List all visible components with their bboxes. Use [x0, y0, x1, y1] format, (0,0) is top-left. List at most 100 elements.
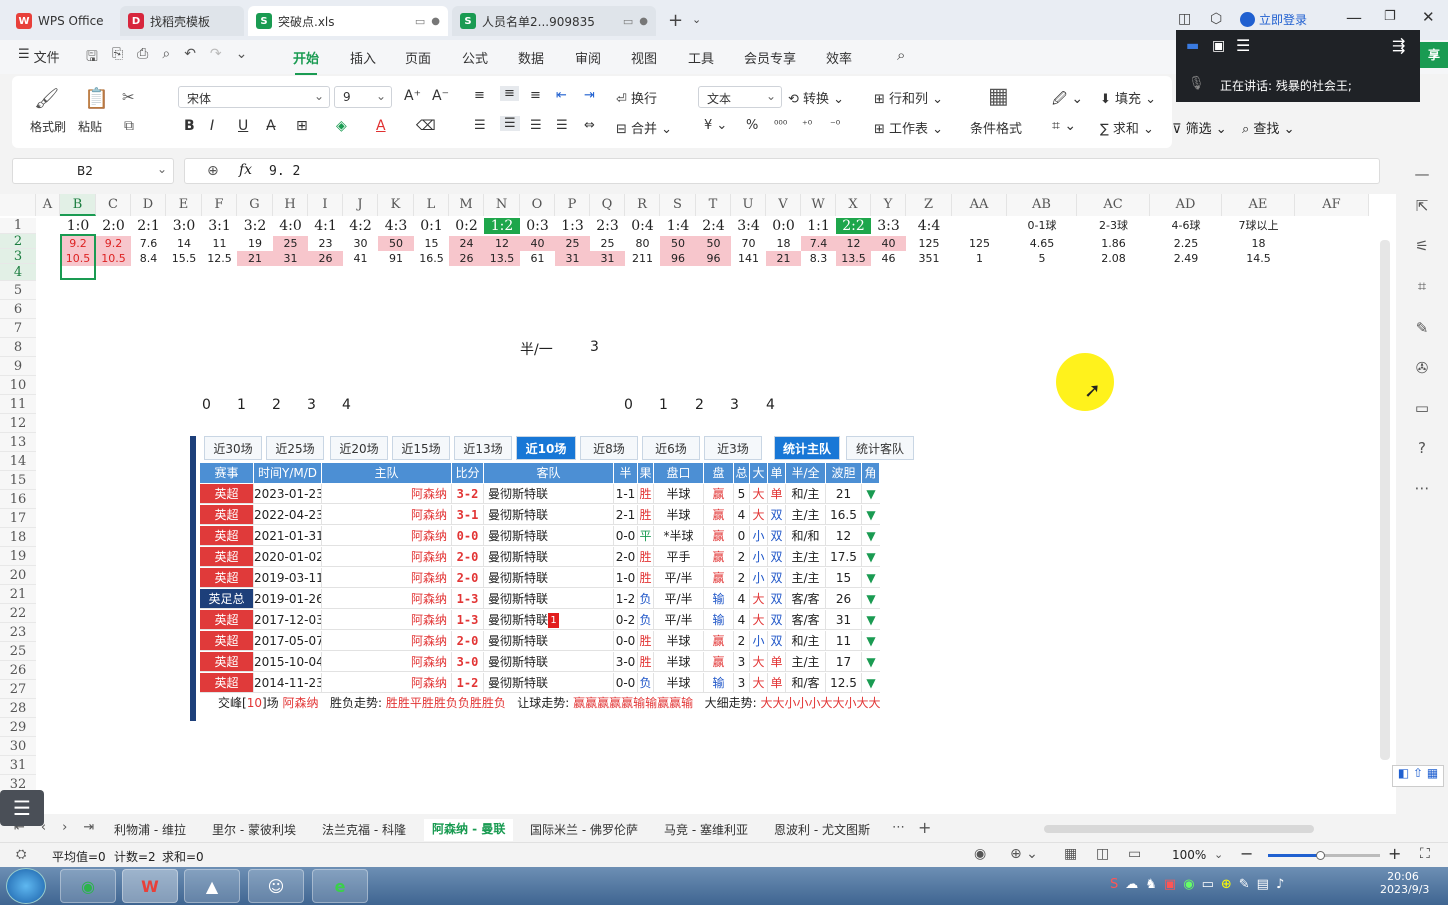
cell[interactable]: 16.5 [414, 251, 449, 266]
cell[interactable]: 7.4 [801, 236, 836, 251]
cell[interactable]: 61 [520, 251, 555, 266]
column-header[interactable]: M [449, 194, 484, 216]
cell[interactable]: 26 [308, 251, 343, 266]
thousands-icon[interactable]: ⁰⁰⁰ [774, 118, 787, 131]
tab-list-chevron-icon[interactable]: ⌄ [692, 13, 701, 26]
minimize-icon[interactable]: — [1346, 8, 1362, 27]
zoom-slider-thumb[interactable] [1316, 851, 1325, 860]
share-button[interactable]: 享 [1420, 42, 1448, 68]
menu-data[interactable]: 数据 [518, 48, 544, 67]
sheet-tab[interactable]: 利物浦 - 维拉 [114, 821, 186, 838]
format-painter-button[interactable]: 格式刷 [30, 118, 66, 135]
crop-icon[interactable]: ⌗ ⌄ [1052, 118, 1076, 134]
match-row[interactable]: 英超 2023-01-23 阿森纳 3-2 曼彻斯特联 1-1 胜半球赢 5 大单和/主 21 ▼ [190, 484, 904, 505]
monitor-tray-icon[interactable]: ▭ [1202, 877, 1214, 892]
cell[interactable]: 10.5 [96, 251, 131, 266]
cell[interactable]: 0 [624, 397, 633, 413]
row-header[interactable]: 8 [0, 338, 36, 357]
column-header[interactable]: L [414, 194, 449, 216]
cell[interactable]: 2.25 [1150, 236, 1222, 251]
tab-match-range[interactable]: 近13场 [454, 436, 512, 460]
menu-review[interactable]: 审阅 [575, 48, 601, 67]
column-header[interactable]: N [484, 194, 520, 216]
row-header[interactable]: 20 [0, 566, 36, 585]
percent-icon[interactable]: % [746, 118, 758, 133]
sheet-tab[interactable]: 恩波利 - 尤文图斯 [774, 821, 870, 838]
column-header[interactable]: Y [871, 194, 906, 216]
cell[interactable]: 50 [660, 236, 696, 251]
cloud-icon[interactable]: ☁ [1125, 877, 1138, 892]
match-row[interactable]: 英超 2017-05-07 阿森纳 2-0 曼彻斯特联 0-0 胜半球赢 2 小双和/主 11 ▼ [190, 631, 904, 652]
cell[interactable]: 125 [952, 236, 1007, 251]
sum-button[interactable]: ∑ 求和 ⌄ [1100, 118, 1154, 137]
sheet-tab[interactable]: 马竞 - 塞维利亚 [664, 821, 748, 838]
add-sheet-icon[interactable]: + [918, 818, 931, 837]
cell[interactable]: 4 [766, 397, 775, 413]
restore-icon[interactable]: ❐ [1384, 9, 1396, 24]
help-icon[interactable]: ? [1412, 439, 1432, 459]
match-row[interactable]: 英超 2014-11-23 阿森纳 1-2 曼彻斯特联 0-0 负半球输 3 大单和/客 12.5… [190, 673, 904, 694]
cell[interactable]: 30 [343, 236, 378, 251]
cell[interactable]: 18 [1222, 236, 1295, 251]
filter-button[interactable]: ⊽ 筛选 ⌄ [1172, 118, 1227, 137]
tab-match-range[interactable]: 近20场 [330, 436, 388, 460]
cell[interactable]: 211 [625, 251, 660, 266]
column-header[interactable]: AC [1077, 194, 1150, 216]
cell[interactable]: 0:0 [766, 218, 801, 234]
row-header[interactable]: 19 [0, 547, 36, 566]
more-chevron-icon[interactable]: ⌄ [236, 46, 248, 70]
cell[interactable]: 50 [696, 236, 731, 251]
name-box[interactable]: B2 ⌄ [12, 158, 174, 184]
cell[interactable]: 1:3 [555, 218, 590, 234]
cell[interactable]: 19 [237, 236, 273, 251]
stat-away-button[interactable]: 统计客队 [846, 436, 914, 460]
column-header[interactable]: AE [1222, 194, 1295, 216]
column-header[interactable]: K [378, 194, 414, 216]
column-header[interactable]: AA [952, 194, 1007, 216]
column-header[interactable]: A [36, 194, 60, 216]
crop-sidebar-icon[interactable]: ⌗ [1412, 277, 1432, 297]
wechat-tray-icon[interactable]: ◉ [1183, 877, 1194, 892]
menu-formula[interactable]: 公式 [462, 48, 488, 67]
distribute-icon[interactable]: ⇔ [584, 118, 595, 133]
cell[interactable]: 40 [871, 236, 906, 251]
column-header[interactable]: AB [1007, 194, 1077, 216]
match-row[interactable]: 英足总 2019-01-26 阿森纳 1-3 曼彻斯特联 1-2 负平/半输 4 大双客/客 26… [190, 589, 904, 610]
zoom-in-icon[interactable]: + [1388, 844, 1401, 863]
cell[interactable]: 1:1 [801, 218, 836, 234]
print-icon[interactable]: ⎙ [137, 46, 148, 70]
currency-icon[interactable]: ¥ ⌄ [704, 118, 727, 133]
align-left-icon[interactable]: ☰ [474, 118, 486, 133]
zoom-slider[interactable] [1268, 851, 1380, 860]
row-header[interactable]: 21 [0, 585, 36, 604]
cell[interactable]: 7.6 [131, 236, 166, 251]
cell[interactable]: 31 [555, 251, 590, 266]
window-icon[interactable]: ▣ [1212, 38, 1225, 54]
cell[interactable]: 1 [952, 251, 1007, 266]
column-header[interactable]: R [625, 194, 660, 216]
row-header[interactable]: 11 [0, 395, 36, 414]
cell[interactable]: 2 [272, 397, 281, 413]
column-header[interactable]: AD [1150, 194, 1222, 216]
collapse-sidebar-icon[interactable]: — [1412, 165, 1432, 185]
cell[interactable]: 7球以上 [1222, 218, 1295, 234]
conditional-format-icon[interactable]: ▦ [988, 84, 1009, 109]
cell[interactable]: 50 [378, 236, 414, 251]
row-header[interactable]: 9 [0, 357, 36, 376]
sliders-icon[interactable]: ⚟ [1412, 237, 1432, 257]
column-header[interactable]: O [520, 194, 555, 216]
cell[interactable]: 2:3 [590, 218, 625, 234]
cell[interactable]: 1.86 [1077, 236, 1150, 251]
align-bottom-icon[interactable]: ≡ [530, 88, 541, 103]
cell[interactable]: 11 [202, 236, 237, 251]
menu-view[interactable]: 视图 [631, 48, 657, 67]
font-name-select[interactable]: 宋体 ⌄ [178, 86, 330, 108]
column-header[interactable]: Q [590, 194, 625, 216]
row-header[interactable]: 27 [0, 680, 36, 699]
match-row[interactable]: 英超 2017-12-03 阿森纳 1-3 曼彻斯特联 0-2 负平/半输 4 大双客/客 31 1… [190, 610, 904, 631]
menu-tools[interactable]: 工具 [688, 48, 714, 67]
last-sheet-icon[interactable]: ⇥ [83, 820, 94, 835]
browser-taskbar-icon[interactable]: e [312, 869, 368, 903]
cell[interactable]: 3:4 [731, 218, 766, 234]
cell[interactable]: 21 [766, 251, 801, 266]
